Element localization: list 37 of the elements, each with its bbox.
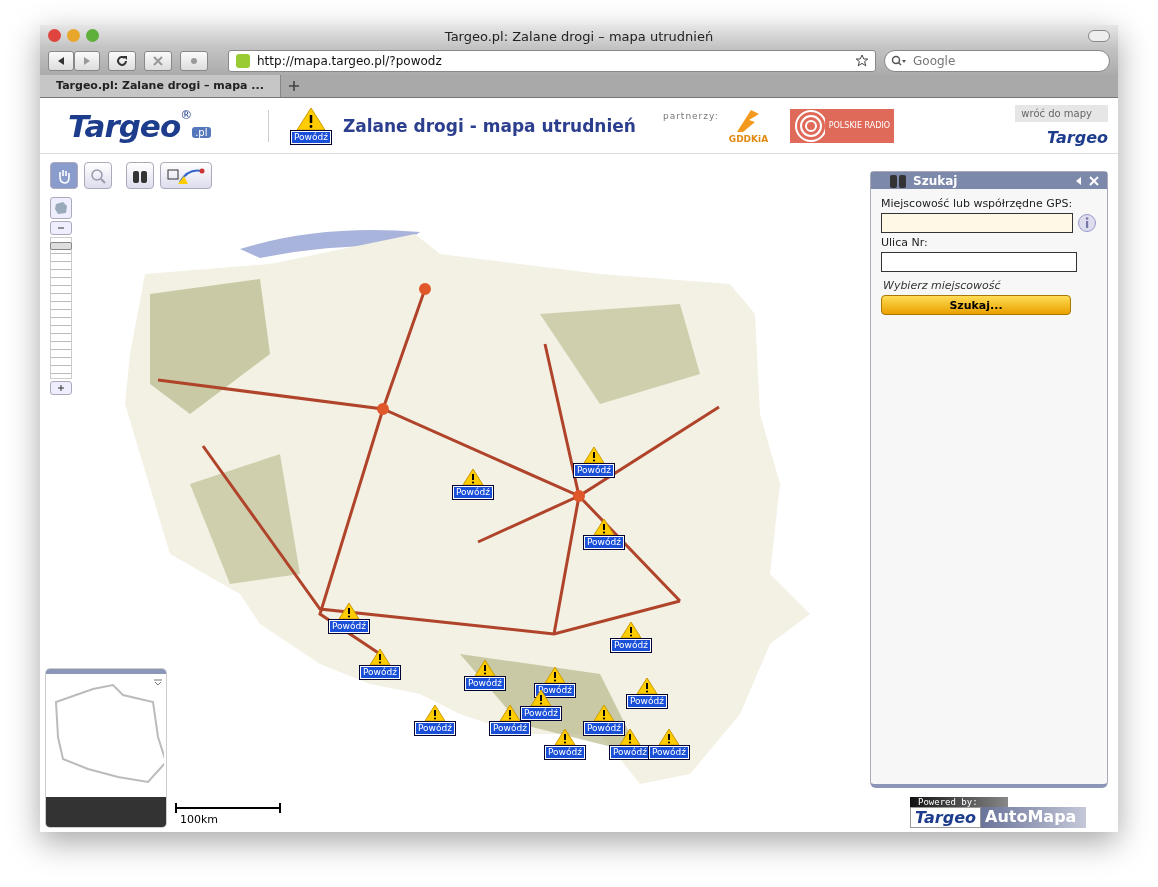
registered-mark: ® (180, 107, 193, 122)
search-button[interactable]: Szukaj... (881, 295, 1071, 315)
logo-suffix: .pl (192, 126, 211, 138)
flood-marker-label[interactable]: Powódź (465, 677, 505, 690)
logo-text: Targeo (910, 807, 981, 828)
panel-title: Szukaj (913, 173, 959, 188)
flood-marker-label[interactable]: Powódź (453, 486, 493, 499)
browser-tab[interactable]: Targeo.pl: Zalane drogi – mapa ... (40, 75, 281, 97)
field-label: Miejscowość lub współrzędne GPS: (881, 197, 1074, 210)
flood-marker-label[interactable]: Powódź (627, 695, 667, 708)
flood-marker-label[interactable]: Powódź (649, 746, 689, 759)
powered-by-label: Powered by: (910, 797, 1008, 807)
flood-marker-label[interactable]: Powódź (584, 536, 624, 549)
flood-marker-label[interactable]: Powódź (611, 639, 651, 652)
flood-marker-label[interactable]: Powódź (610, 746, 650, 759)
flood-marker-label[interactable]: Powódź (521, 707, 561, 720)
flood-marker-label[interactable]: Powódź (584, 722, 624, 735)
flood-marker-label[interactable]: Powódź (535, 684, 575, 697)
flood-marker-label[interactable]: Powódź (490, 722, 530, 735)
scale-label: 100km (180, 813, 220, 826)
flood-marker-label[interactable]: Powódź (545, 746, 585, 759)
flood-marker-label[interactable]: Powódź (329, 620, 369, 633)
field-label: Ulica Nr: (881, 236, 929, 249)
flood-marker-label[interactable]: Powódź (360, 666, 400, 679)
logo-text[interactable]: Targeo (68, 107, 181, 144)
flood-marker-label[interactable]: Powódź (415, 722, 455, 735)
logo-text: AutoMapa (981, 807, 1087, 828)
hint-text: Wybierz miejscowość (883, 279, 1002, 292)
partners-label: partnerzy: (662, 110, 719, 121)
window-title: Targeo.pl: Zalane drogi – mapa utrudnień (444, 28, 714, 44)
back-to-map-button[interactable]: wróć do mapy (1015, 104, 1108, 122)
flood-marker-label[interactable]: Powódź (574, 464, 614, 477)
address-field[interactable]: http://mapa.targeo.pl/?powodz (228, 50, 876, 72)
small-logo-text[interactable]: Targeo (1047, 127, 1108, 147)
search-field[interactable]: Google (884, 50, 1110, 72)
page-title: Zalane drogi - mapa utrudnień (342, 115, 637, 136)
flood-label: Powódź (291, 131, 331, 144)
